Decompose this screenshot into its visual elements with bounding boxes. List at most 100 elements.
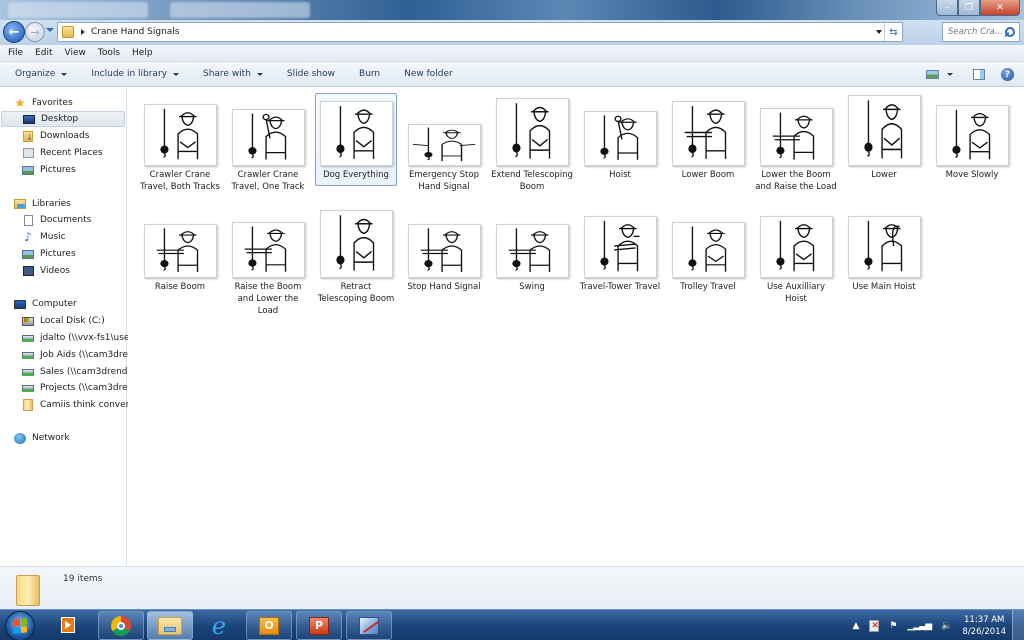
file-name: Swing (519, 282, 545, 292)
help-icon[interactable]: ? (1001, 68, 1014, 81)
file-item[interactable]: Lower the Boom and Raise the Load (755, 108, 837, 193)
internet-explorer-button[interactable]: e (196, 611, 242, 640)
back-arrow-icon: ← (8, 24, 20, 40)
sidebar-section-network[interactable]: Network (14, 430, 140, 446)
organize-button[interactable]: Organize (15, 69, 68, 79)
menu-help[interactable]: Help (132, 48, 153, 58)
file-item[interactable]: Crawler Crane Travel, Both Tracks (139, 104, 221, 193)
file-item[interactable]: Dog Everything (315, 93, 397, 186)
file-item[interactable]: Extend Telescoping Boom (491, 98, 573, 193)
close-button[interactable]: ✕ (980, 0, 1020, 16)
search-icon[interactable] (1005, 27, 1015, 37)
thumbnail-arm-out-flex-icon (231, 222, 305, 278)
share-with-button[interactable]: Share with (203, 69, 263, 79)
action-center-battery-icon[interactable]: ✕ (869, 619, 880, 632)
clock[interactable]: 11:37 AM 8/26/2014 (962, 614, 1006, 638)
sidebar-item[interactable]: Desktop (1, 111, 125, 127)
thumbnail-thumbs-out-icon (495, 98, 569, 166)
menu-file[interactable]: File (8, 48, 23, 58)
file-item[interactable]: Retract Telescoping Boom (315, 210, 397, 305)
burn-button[interactable]: Burn (359, 69, 380, 79)
forward-button[interactable]: → (25, 22, 45, 42)
snipping-tool-button[interactable] (346, 611, 392, 640)
file-item[interactable]: Trolley Travel (667, 222, 749, 293)
preview-pane-icon[interactable] (973, 69, 985, 80)
star-icon: ★ (14, 96, 26, 110)
file-item[interactable]: Raise the Boom and Lower the Load (227, 222, 309, 317)
maximize-button[interactable]: ❐ (958, 0, 980, 16)
file-item[interactable]: Travel-Tower Travel (579, 216, 661, 293)
desktop-icon (23, 114, 35, 125)
internet-explorer-icon: e (211, 611, 227, 640)
slide-show-button[interactable]: Slide show (287, 69, 335, 79)
file-item[interactable]: Swing (491, 224, 573, 293)
sidebar-item-label: Videos (40, 266, 70, 276)
show-desktop-button[interactable] (1012, 610, 1024, 640)
file-item[interactable]: Stop Hand Signal (403, 224, 485, 293)
volume-icon[interactable]: 🔈 (941, 621, 952, 631)
minimize-button[interactable]: – (936, 0, 958, 16)
address-dropdown-icon[interactable] (876, 30, 882, 34)
address-bar[interactable]: Crane Hand Signals ⇆ (57, 22, 903, 42)
clock-date: 8/26/2014 (962, 626, 1006, 637)
recent-pages-dropdown[interactable] (46, 28, 54, 32)
file-name: Raise the Boom and Lower the Load (234, 282, 302, 316)
file-item[interactable]: Move Slowly (931, 105, 1013, 181)
thumbnail-arm-out-point-icon (495, 224, 569, 278)
sidebar-item-label: Local Disk (C:) (40, 316, 105, 326)
search-box[interactable]: Search Cra... (942, 22, 1020, 42)
back-button[interactable]: ← (3, 21, 25, 43)
recent-places-icon (22, 148, 34, 159)
breadcrumb-item[interactable]: Crane Hand Signals (91, 27, 180, 37)
file-item[interactable]: Raise Boom (139, 224, 221, 293)
windows-logo-icon (13, 618, 27, 634)
sidebar-section-libraries[interactable]: Libraries (14, 196, 140, 212)
folder-icon (62, 26, 74, 38)
thumbnail-arm-up-circle-icon (583, 111, 657, 166)
file-item[interactable]: Lower Boom (667, 101, 749, 181)
include-in-library-button[interactable]: Include in library (91, 69, 179, 79)
videos-icon (22, 266, 34, 277)
windows-explorer-button[interactable] (147, 611, 193, 640)
menu-edit[interactable]: Edit (35, 48, 52, 58)
action-center-flag-icon[interactable]: ⚑ (889, 621, 897, 631)
sidebar-item-label: jdalto (\\vvx-fs1\use (40, 333, 130, 343)
file-name: Use Main Hoist (852, 282, 916, 292)
slide-show-label: Slide show (286, 69, 336, 79)
change-view-icon[interactable] (926, 70, 939, 79)
refresh-button[interactable]: ⇆ (884, 23, 902, 41)
file-item[interactable]: Lower (843, 95, 925, 181)
command-bar: Organize Include in library Share with S… (0, 62, 1024, 87)
search-input[interactable]: Search Cra... (948, 27, 1005, 37)
breadcrumb-chevron-icon[interactable] (81, 29, 85, 35)
menu-tools[interactable]: Tools (98, 48, 120, 58)
chrome-button[interactable] (98, 611, 144, 640)
view-dropdown-icon[interactable] (947, 73, 953, 76)
thumbnail-arm-out-flat-icon (407, 224, 481, 278)
file-item[interactable]: Crawler Crane Travel, One Track (227, 109, 309, 193)
network-drive-icon (22, 367, 34, 378)
folder-icon (22, 399, 34, 411)
file-item[interactable]: Use Auxilliary Hoist (755, 216, 837, 305)
sidebar-item-label: Pictures (40, 165, 76, 175)
refresh-icon: ⇆ (889, 26, 898, 38)
system-tray: ▲ ✕ ⚑ ▁▂▃▅ 🔈 11:37 AM 8/26/2014 (853, 610, 1024, 640)
start-button[interactable] (5, 611, 35, 640)
new-folder-button[interactable]: New folder (404, 69, 453, 79)
sidebar-section-label: Network (32, 433, 70, 443)
thumbnail-hand-on-head-icon (847, 216, 921, 278)
sidebar-section-favorites[interactable]: ★ Favorites (14, 95, 140, 111)
thumbnail-one-arm-up-fist-icon (231, 109, 305, 166)
file-item[interactable]: Emergency Stop Hand Signal (403, 124, 485, 193)
burn-label: Burn (359, 69, 381, 79)
file-item[interactable]: Hoist (579, 111, 661, 181)
file-item[interactable]: Use Main Hoist (843, 216, 925, 293)
network-signal-icon[interactable]: ▁▂▃▅ (908, 621, 933, 631)
file-name: Lower (871, 170, 897, 180)
show-hidden-icons[interactable]: ▲ (853, 621, 860, 631)
media-player-icon[interactable] (61, 617, 75, 633)
outlook-button[interactable]: O (246, 611, 292, 640)
powerpoint-button[interactable]: P (296, 611, 342, 640)
sidebar-section-computer[interactable]: Computer (14, 296, 140, 312)
menu-view[interactable]: View (65, 48, 86, 58)
